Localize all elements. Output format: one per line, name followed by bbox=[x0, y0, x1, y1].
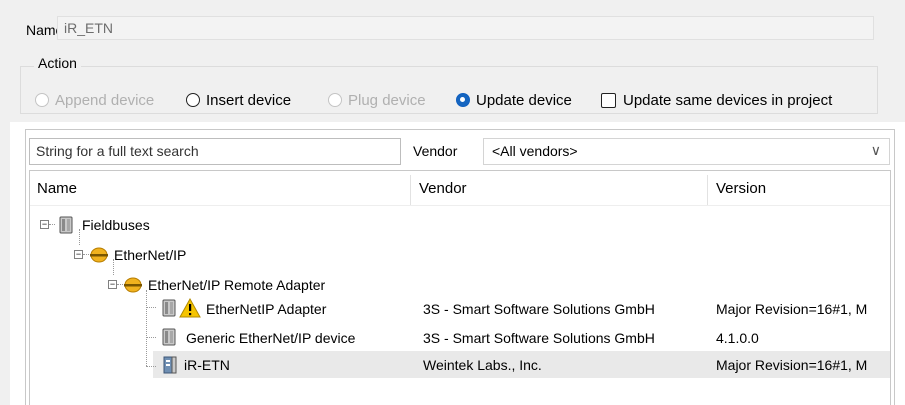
append-device-radio[interactable]: Append device bbox=[35, 90, 154, 110]
vendor-filter-value: <All vendors> bbox=[492, 143, 578, 159]
bus-disc-icon bbox=[90, 247, 108, 263]
insert-device-label: Insert device bbox=[206, 91, 292, 109]
io-module-icon bbox=[163, 356, 177, 374]
tree-row[interactable]: − Fieldbuses bbox=[40, 214, 890, 236]
version-cell: 4.1.0.0 bbox=[716, 330, 759, 346]
vendor-filter-dropdown[interactable]: <All vendors> ∨ bbox=[483, 138, 890, 165]
tree-connector bbox=[146, 290, 147, 366]
tree-label: EtherNet/IP bbox=[114, 247, 187, 263]
vendor-cell: 3S - Smart Software Solutions GmbH bbox=[423, 330, 655, 346]
search-input[interactable]: String for a full text search bbox=[29, 138, 401, 165]
device-module-icon bbox=[162, 328, 176, 346]
tree-row[interactable]: Generic EtherNet/IP device 3S - Smart So… bbox=[156, 325, 890, 351]
collapse-toggle-icon[interactable]: − bbox=[74, 250, 83, 259]
column-divider[interactable] bbox=[410, 175, 411, 205]
tree-label: EtherNet/IP Remote Adapter bbox=[148, 277, 326, 293]
warning-icon bbox=[179, 298, 201, 318]
tree-row[interactable]: − EtherNet/IP Remote Adapter bbox=[108, 274, 890, 296]
tree-connector bbox=[49, 224, 55, 225]
tree-connector bbox=[146, 307, 156, 308]
radio-circle-icon bbox=[186, 93, 200, 107]
chevron-down-icon: ∨ bbox=[870, 142, 881, 158]
column-header-vendor[interactable]: Vendor bbox=[419, 180, 467, 197]
update-device-radio[interactable]: Update device bbox=[456, 90, 572, 110]
radio-selected-icon bbox=[456, 93, 470, 107]
column-header-version[interactable]: Version bbox=[716, 180, 766, 197]
vendor-cell: Weintek Labs., Inc. bbox=[423, 357, 542, 373]
vendor-filter-label: Vendor bbox=[413, 143, 458, 159]
tree-connector bbox=[146, 337, 156, 338]
tree-label: Generic EtherNet/IP device bbox=[186, 330, 356, 346]
version-cell: Major Revision=16#1, M bbox=[716, 301, 868, 317]
bus-disc-icon bbox=[124, 277, 142, 293]
update-same-devices-label: Update same devices in project bbox=[623, 91, 833, 109]
tree-label: Fieldbuses bbox=[82, 217, 150, 233]
vendor-cell: 3S - Smart Software Solutions GmbH bbox=[423, 301, 655, 317]
plug-device-radio[interactable]: Plug device bbox=[328, 90, 426, 110]
device-module-icon bbox=[59, 216, 73, 234]
collapse-toggle-icon[interactable]: − bbox=[108, 280, 117, 289]
radio-circle-icon bbox=[328, 93, 342, 107]
checkbox-icon bbox=[601, 92, 616, 108]
device-module-icon bbox=[162, 299, 176, 317]
tree-row[interactable]: EtherNetIP Adapter 3S - Smart Software S… bbox=[156, 296, 890, 322]
radio-circle-icon bbox=[35, 93, 49, 107]
tree-label: iR-ETN bbox=[184, 357, 230, 373]
header-separator bbox=[30, 205, 890, 206]
tree-connector bbox=[146, 366, 156, 367]
update-same-devices-checkbox[interactable]: Update same devices in project bbox=[601, 90, 832, 110]
tree-label: EtherNetIP Adapter bbox=[206, 301, 327, 317]
collapse-toggle-icon[interactable]: − bbox=[40, 220, 49, 229]
append-device-label: Append device bbox=[55, 91, 155, 109]
tree-row[interactable]: − EtherNet/IP bbox=[74, 244, 890, 266]
version-cell: Major Revision=16#1, M bbox=[716, 357, 868, 373]
column-divider[interactable] bbox=[707, 175, 708, 205]
name-field[interactable]: iR_ETN bbox=[57, 16, 874, 40]
insert-device-radio[interactable]: Insert device bbox=[186, 90, 291, 110]
action-legend: Action bbox=[34, 55, 81, 71]
update-device-label: Update device bbox=[476, 91, 572, 109]
left-edge-strip bbox=[0, 0, 10, 405]
tree-row-selected[interactable]: iR-ETN Weintek Labs., Inc. Major Revisio… bbox=[156, 352, 890, 378]
column-header-name[interactable]: Name bbox=[37, 180, 77, 197]
plug-device-label: Plug device bbox=[348, 91, 426, 109]
